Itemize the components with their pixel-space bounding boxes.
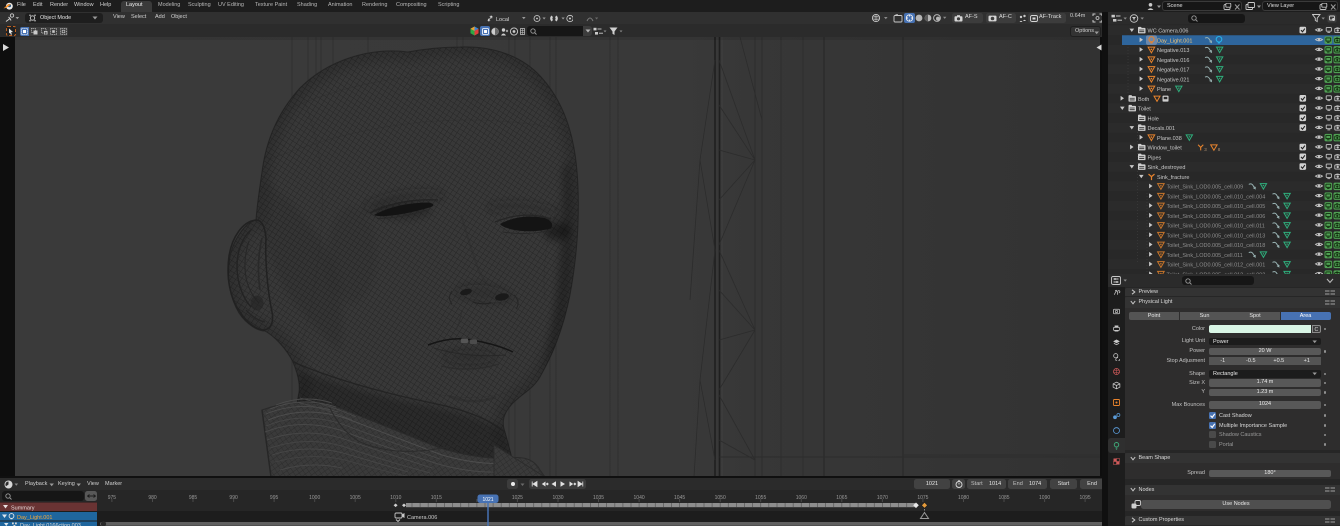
- svg-text:Toilet: Toilet: [1138, 107, 1151, 113]
- svg-text:Toilet_Sink_LOD0.005_cell.009: Toilet_Sink_LOD0.005_cell.009: [1167, 185, 1244, 191]
- svg-text:Negative.016: Negative.016: [1157, 58, 1189, 64]
- svg-text:1021: 1021: [482, 497, 493, 503]
- svg-text:Both: Both: [1138, 97, 1149, 103]
- svg-text:Negative.021: Negative.021: [1157, 77, 1189, 83]
- svg-text:Local: Local: [496, 17, 509, 23]
- svg-text:Pipes: Pipes: [1148, 155, 1162, 161]
- svg-text:Negative.017: Negative.017: [1157, 68, 1189, 74]
- svg-text:Sink_destroyed: Sink_destroyed: [1148, 165, 1186, 171]
- svg-text:Plane.038: Plane.038: [1157, 136, 1182, 142]
- svg-text:Hole: Hole: [1148, 116, 1159, 122]
- svg-text:Summary: Summary: [11, 506, 35, 512]
- svg-text:Toilet_Sink_LOD0.005_cell.010_: Toilet_Sink_LOD0.005_cell.010_cell.006: [1167, 214, 1266, 220]
- svg-text:Toilet_Sink_LOD0.005_cell.010_: Toilet_Sink_LOD0.005_cell.010_cell.013: [1167, 233, 1266, 239]
- svg-text:WC Camera.006: WC Camera.006: [1148, 29, 1189, 35]
- svg-text:Toilet_Sink_LOD0.005_cell.010_: Toilet_Sink_LOD0.005_cell.010_cell.011: [1167, 224, 1265, 230]
- svg-text:Negative.013: Negative.013: [1157, 48, 1189, 54]
- svg-text:Sink_fracture: Sink_fracture: [1157, 175, 1189, 181]
- svg-text:Decals.001: Decals.001: [1148, 126, 1176, 132]
- svg-text:Window_toilet: Window_toilet: [1148, 146, 1183, 152]
- svg-text:Toilet_Sink_LOD0.005_cell.010_: Toilet_Sink_LOD0.005_cell.010_cell.018: [1167, 243, 1266, 249]
- svg-text:Day_Light.001: Day_Light.001: [17, 515, 52, 521]
- svg-text:Toilet_Sink_LOD0.005_cell.011: Toilet_Sink_LOD0.005_cell.011: [1167, 253, 1243, 259]
- svg-text:Day_Light.001: Day_Light.001: [1157, 38, 1192, 44]
- svg-text:Camera.006: Camera.006: [407, 515, 437, 521]
- svg-text:Toilet_Sink_LOD0.005_cell.010_: Toilet_Sink_LOD0.005_cell.010_cell.004: [1167, 194, 1266, 200]
- svg-text:Toilet_Sink_LOD0.005_cell.010_: Toilet_Sink_LOD0.005_cell.010_cell.005: [1167, 204, 1266, 210]
- svg-text:Plane: Plane: [1157, 87, 1171, 93]
- svg-text:Toilet_Sink_LOD0.005_cell.012_: Toilet_Sink_LOD0.005_cell.012_cell.001: [1167, 263, 1266, 269]
